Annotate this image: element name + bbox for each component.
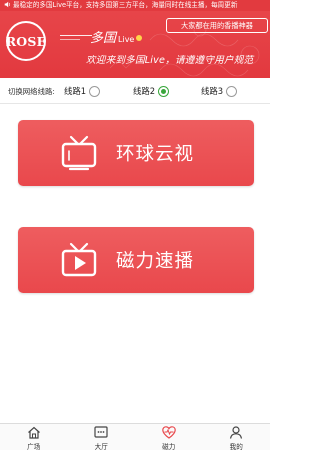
announcement-marquee: 最稳定的多国Live平台，支持多国第三方平台，海量同时在线主播，每周更新 <box>0 0 270 11</box>
nav-label: 磁力 <box>162 443 176 450</box>
nav-item-hall[interactable]: 大厅 <box>68 424 136 450</box>
bottom-navigation: 广场 大厅 磁力 我的 <box>0 423 270 450</box>
home-icon <box>27 426 40 439</box>
global-cloud-view-button[interactable]: 环球云视 <box>18 120 254 186</box>
line-option-3[interactable]: 线路3 <box>201 83 238 99</box>
tv-icon <box>61 135 97 171</box>
slogan-tag: 大家都在用的香播神器 <box>166 18 268 33</box>
brand-title: 多国 Live <box>90 27 143 46</box>
heart-pulse-icon <box>161 426 176 439</box>
line-option-label: 线路3 <box>201 86 224 96</box>
line-selector-label: 切换网络线路: <box>8 87 55 96</box>
nav-label: 广场 <box>27 443 41 450</box>
brand-title-text: 多国 <box>90 31 117 46</box>
nav-label: 我的 <box>229 443 243 450</box>
speaker-icon <box>4 1 11 8</box>
radio-button[interactable] <box>89 85 101 97</box>
button-label: 环球云视 <box>116 144 195 165</box>
header-banner: 最稳定的多国Live平台，支持多国第三方平台，海量同时在线主播，每周更新 ROS… <box>0 0 270 78</box>
nav-item-plaza[interactable]: 广场 <box>0 424 68 450</box>
line-option-2[interactable]: 线路2 <box>133 83 170 99</box>
button-label: 磁力速播 <box>116 251 195 272</box>
line-option-1[interactable]: 线路1 <box>64 83 101 99</box>
line-option-label: 线路2 <box>133 86 156 96</box>
chat-icon <box>94 426 108 438</box>
line-option-label: 线路1 <box>64 86 87 96</box>
user-icon <box>230 426 243 439</box>
smile-icon <box>136 35 143 41</box>
radio-button-checked[interactable] <box>158 85 170 97</box>
nav-label: 大厅 <box>94 443 108 450</box>
network-line-selector: 切换网络线路: 线路1 线路2 线路3 <box>0 78 270 104</box>
app-screen: 最稳定的多国Live平台，支持多国第三方平台，海量同时在线主播，每周更新 ROS… <box>0 0 270 450</box>
nav-item-magnet[interactable]: 磁力 <box>135 424 203 450</box>
brand-live-text: Live <box>118 35 135 44</box>
rose-logo: ROSE <box>6 21 46 61</box>
brand-decoration-line <box>60 39 80 40</box>
play-tv-icon <box>61 242 97 277</box>
welcome-text: 欢迎来到多国Live，请遵遵守用户规范 <box>86 55 254 66</box>
radio-button[interactable] <box>226 85 238 97</box>
brand-decoration-line <box>60 35 92 36</box>
nav-item-mine[interactable]: 我的 <box>203 424 271 450</box>
marquee-text: 最稳定的多国Live平台，支持多国第三方平台，海量同时在线主播，每周更新 <box>13 1 238 9</box>
logo-text: ROSE <box>5 33 47 49</box>
magnet-fast-play-button[interactable]: 磁力速播 <box>18 227 254 293</box>
